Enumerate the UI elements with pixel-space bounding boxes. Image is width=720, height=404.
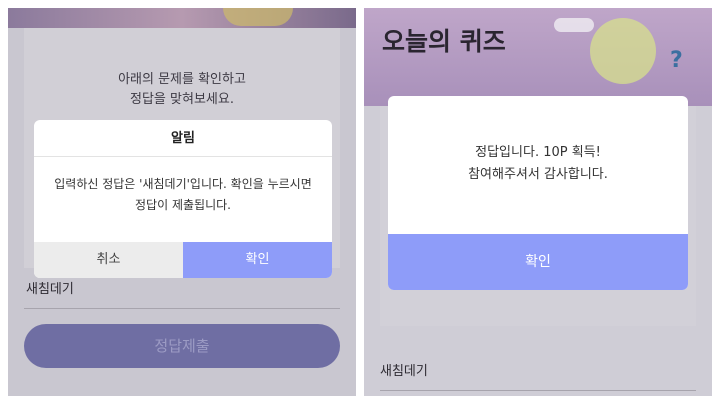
answer-underline [380, 390, 696, 391]
left-screen: 아래의 문제를 확인하고 정답을 맞혀보세요. 새침데기 정답제출 알림 입력하… [8, 8, 356, 396]
cancel-button[interactable]: 취소 [34, 242, 183, 278]
submit-answer-button[interactable]: 정답제출 [24, 324, 340, 368]
quiz-hero-banner: ? 오늘의 퀴즈 [364, 8, 712, 106]
page-title: 오늘의 퀴즈 [382, 27, 506, 56]
confirm-button[interactable]: 확인 [388, 234, 688, 290]
dialog-buttons: 취소 확인 [34, 242, 332, 278]
confirm-button[interactable]: 확인 [183, 242, 332, 278]
lightbulb-illustration [590, 18, 656, 84]
instructions-line-1: 아래의 문제를 확인하고 [118, 72, 246, 87]
cloud-illustration [554, 18, 594, 32]
dialog-message: 입력하신 정답은 '새침데기'입니다. 확인을 누르시면 정답이 제출됩니다. [54, 177, 312, 212]
lightbulb-illustration [223, 8, 293, 26]
instructions: 아래의 문제를 확인하고 정답을 맞혀보세요. [24, 70, 340, 110]
dialog-title: 알림 [34, 120, 332, 157]
dialog-message-line-1: 정답입니다. 10P 획득! [475, 145, 601, 160]
answer-input-value[interactable]: 새침데기 [26, 278, 74, 297]
result-dialog: 정답입니다. 10P 획득! 참여해주셔서 감사합니다. 확인 [388, 96, 688, 290]
dialog-message: 정답입니다. 10P 획득! 참여해주셔서 감사합니다. [398, 142, 678, 186]
answer-input-value[interactable]: 새침데기 [380, 360, 428, 379]
confirm-dialog: 알림 입력하신 정답은 '새침데기'입니다. 확인을 누르시면 정답이 제출됩니… [34, 120, 332, 278]
right-screen: ? 오늘의 퀴즈 새침데기 정답입니다. 10P 획득! 참여해주셔서 감사합니… [364, 8, 712, 396]
question-mark-icon: ? [670, 48, 683, 73]
instructions-line-2: 정답을 맞혀보세요. [130, 92, 234, 107]
dialog-message-line-2: 참여해주셔서 감사합니다. [468, 167, 608, 182]
answer-underline [24, 308, 340, 309]
hero-banner-art [8, 8, 356, 28]
